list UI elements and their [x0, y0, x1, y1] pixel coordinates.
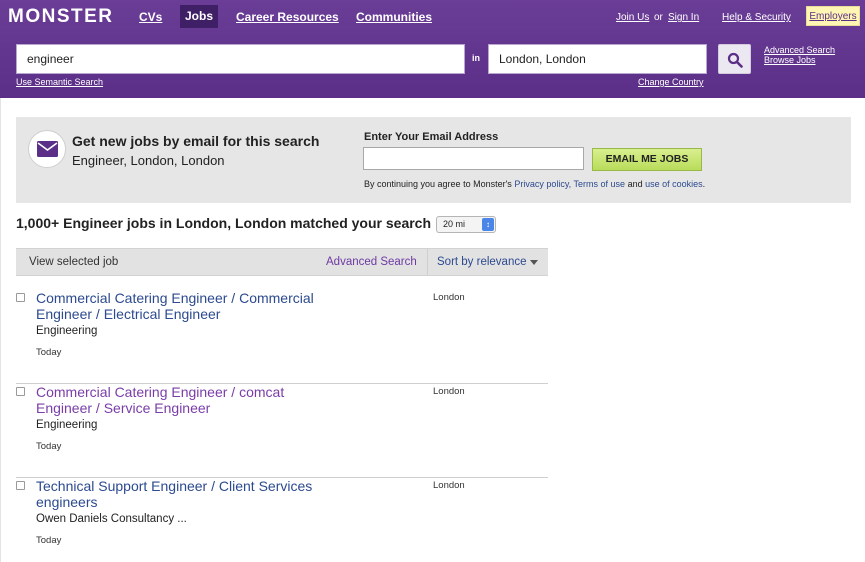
results-count-title: 1,000+ Engineer jobs in London, London m…	[16, 215, 432, 231]
nav-cvs[interactable]: CVs	[139, 10, 162, 24]
view-selected-job-button[interactable]: View selected job	[29, 256, 118, 268]
browse-jobs-link[interactable]: Browse Jobs	[764, 55, 816, 65]
help-security-link[interactable]: Help & Security	[722, 12, 791, 23]
alert-title: Get new jobs by email for this search	[72, 133, 320, 149]
advanced-search-link[interactable]: Advanced Search	[764, 45, 835, 55]
email-label: Enter Your Email Address	[364, 131, 499, 143]
job-company: Owen Daniels Consultancy ...	[36, 513, 187, 525]
location-input[interactable]: London, London	[488, 44, 707, 74]
search-icon	[727, 52, 743, 68]
job-title-link[interactable]: Commercial Catering Engineer / comcat En…	[36, 384, 336, 416]
toolbar-advanced-search-link[interactable]: Advanced Search	[326, 256, 417, 268]
job-date: Today	[36, 535, 62, 546]
employers-link[interactable]: Employers	[806, 6, 860, 26]
keyword-search-input[interactable]: engineer	[16, 44, 465, 74]
results-toolbar: View selected job Advanced Search Sort b…	[16, 248, 548, 276]
privacy-policy-link[interactable]: Privacy policy,	[514, 179, 571, 189]
job-location: London	[433, 292, 465, 303]
job-select-checkbox[interactable]	[16, 387, 25, 396]
radius-select[interactable]: 20 mi ↕	[436, 216, 496, 233]
mail-icon-badge	[28, 130, 66, 168]
or-text: or	[654, 12, 663, 23]
email-field[interactable]	[363, 147, 584, 170]
job-select-checkbox[interactable]	[16, 293, 25, 302]
site-header: MONSTER CVs Jobs Career Resources Commun…	[0, 0, 865, 98]
job-select-checkbox[interactable]	[16, 481, 25, 490]
join-us-link[interactable]: Join Us	[616, 12, 649, 23]
job-location: London	[433, 480, 465, 491]
envelope-icon	[37, 141, 58, 157]
radius-value: 20 mi	[443, 219, 466, 229]
job-listing: Commercial Catering Engineer / comcat En…	[16, 384, 548, 478]
change-country-link[interactable]: Change Country	[638, 77, 704, 87]
job-listing: Technical Support Engineer / Client Serv…	[16, 478, 548, 562]
job-company: Engineering	[36, 325, 98, 337]
nav-communities[interactable]: Communities	[356, 10, 432, 24]
sign-in-link[interactable]: Sign In	[668, 12, 699, 23]
job-title-link[interactable]: Technical Support Engineer / Client Serv…	[36, 478, 336, 510]
sort-label: Sort by relevance	[437, 256, 527, 268]
select-arrows-icon: ↕	[482, 218, 494, 231]
job-location: London	[433, 386, 465, 397]
period-text: .	[702, 179, 706, 189]
terms-notice: By continuing you agree to Monster's Pri…	[364, 179, 705, 189]
page-edge	[0, 98, 1, 562]
monster-logo[interactable]: MONSTER	[8, 6, 114, 28]
in-label: in	[472, 53, 480, 63]
cookies-link[interactable]: use of cookies	[645, 179, 703, 189]
terms-of-use-link[interactable]: Terms of use	[574, 179, 626, 189]
alert-search-summary: Engineer, London, London	[72, 153, 225, 168]
search-button[interactable]	[718, 44, 751, 74]
caret-down-icon	[530, 260, 538, 265]
job-date: Today	[36, 347, 62, 358]
and-text: and	[627, 179, 643, 189]
email-me-jobs-button[interactable]: EMAIL ME JOBS	[592, 148, 702, 171]
nav-jobs[interactable]: Jobs	[180, 5, 218, 28]
semantic-search-link[interactable]: Use Semantic Search	[16, 77, 103, 87]
sort-dropdown[interactable]: Sort by relevance	[427, 249, 548, 275]
agree-text: By continuing you agree to Monster's	[364, 179, 512, 189]
nav-career-resources[interactable]: Career Resources	[236, 10, 339, 24]
email-alert-panel: Get new jobs by email for this search En…	[16, 117, 851, 203]
job-company: Engineering	[36, 419, 98, 431]
job-title-link[interactable]: Commercial Catering Engineer / Commercia…	[36, 290, 336, 322]
job-listing: Commercial Catering Engineer / Commercia…	[16, 290, 548, 384]
job-date: Today	[36, 441, 62, 452]
